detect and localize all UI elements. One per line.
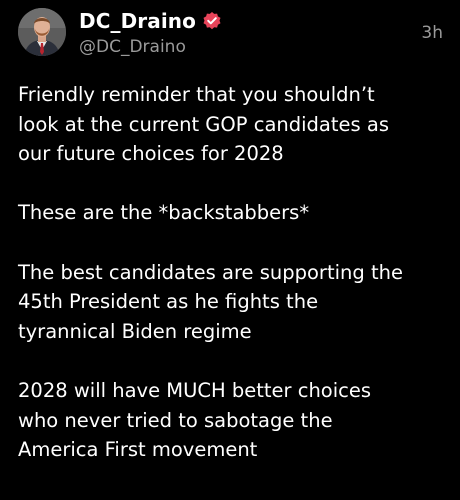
post-text-line: 45th President as he fights the (18, 290, 319, 314)
post-paragraph: Friendly reminder that you shouldn’t loo… (18, 80, 448, 169)
verified-badge-icon (202, 11, 222, 31)
post-text-line: our future choices for 2028 (18, 142, 284, 166)
author-display-name[interactable]: DC_Draino (79, 8, 196, 34)
author-name-row: DC_Draino (79, 8, 222, 34)
author-avatar[interactable] (18, 8, 66, 56)
post-text-line: These are the *backstabbers* (18, 201, 310, 225)
post-timestamp[interactable]: 3h (421, 22, 443, 44)
post-text-line: who never tried to sabotage the (18, 408, 333, 432)
author-handle[interactable]: @DC_Draino (79, 36, 186, 58)
post-paragraph: 2028 will have MUCH better choices who n… (18, 376, 448, 465)
post-text-line: 2028 will have MUCH better choices (18, 378, 372, 402)
post-text-line: America First movement (18, 438, 258, 462)
post-card: DC_Draino @DC_Draino 3h Friendly reminde… (0, 0, 460, 500)
post-text-line: tyrannical Biden regime (18, 319, 252, 343)
post-text-line: Friendly reminder that you shouldn’t (18, 83, 375, 106)
post-body: Friendly reminder that you shouldn’t loo… (18, 80, 448, 465)
post-paragraph: These are the *backstabbers* (18, 198, 448, 228)
avatar-image (18, 8, 66, 56)
post-paragraph: The best candidates are supporting the 4… (18, 258, 448, 347)
post-text-line: The best candidates are supporting the (18, 260, 403, 284)
post-text-line: look at the current GOP candidates as (18, 112, 389, 136)
